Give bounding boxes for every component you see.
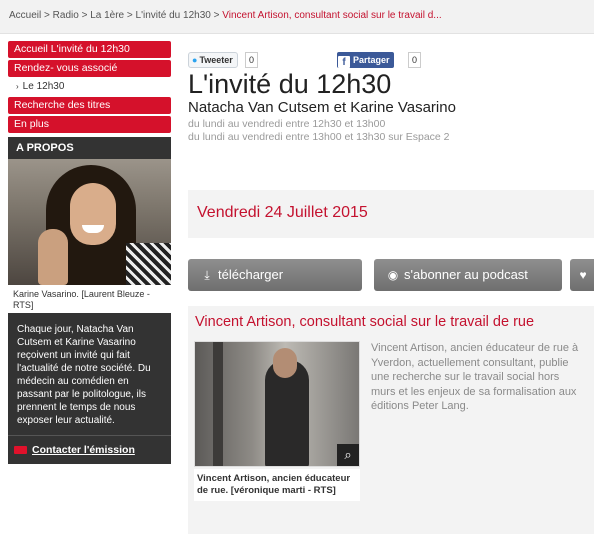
schedule-line: du lundi au vendredi entre 12h30 et 13h0… [188, 118, 386, 130]
sidebar: Accueil L'invité du 12h30 Rendez- vous a… [8, 41, 171, 464]
bullet-icon: › [16, 82, 19, 91]
breadcrumb-la1ere-link[interactable]: La 1ère [90, 10, 124, 21]
social-share-bar: ● Tweeter 0 f Partager 0 [188, 52, 428, 68]
nav-item-more[interactable]: En plus [8, 116, 171, 133]
nav-item-search-titles[interactable]: Recherche des titres [8, 97, 171, 114]
breadcrumb: Accueil > Radio > La 1ère > L'invité du … [0, 0, 594, 34]
twitter-icon: ● [192, 55, 198, 65]
schedule-line: du lundi au vendredi entre 13h00 et 13h3… [188, 131, 450, 143]
download-button[interactable]: ⤓ télécharger [188, 259, 362, 291]
nav-item-rendez-vous[interactable]: Rendez- vous associé [8, 60, 171, 77]
breadcrumb-current: Vincent Artison, consultant social sur l… [222, 10, 442, 21]
page-title: L'invité du 12h30 [188, 69, 392, 99]
share-count: 0 [408, 52, 422, 68]
episode-image[interactable]: ⌕ [194, 341, 360, 467]
breadcrumb-separator: > [126, 10, 136, 21]
tweet-button[interactable]: ● Tweeter [188, 52, 238, 68]
download-icon: ⤓ [204, 268, 210, 282]
about-heading: A PROPOS [8, 137, 171, 159]
nav-subitem-label: Le 12h30 [22, 81, 65, 92]
breadcrumb-radio-link[interactable]: Radio [53, 10, 79, 21]
mail-icon [14, 446, 27, 454]
podcast-subscribe-button[interactable]: ◉ s'abonner au podcast [374, 259, 562, 291]
facebook-icon: f [338, 56, 350, 68]
show-hosts: Natacha Van Cutsem et Karine Vasarino [188, 99, 456, 116]
episode-date-band: Vendredi 24 Juillet 2015 [188, 190, 594, 238]
podcast-icon: ◉ [387, 268, 399, 282]
contact-link[interactable]: Contacter l'émission [8, 435, 171, 464]
episode-date: Vendredi 24 Juillet 2015 [197, 204, 368, 221]
podcast-label: s'abonner au podcast [404, 267, 528, 282]
episode-description: Vincent Artison, ancien éducateur de rue… [371, 342, 579, 412]
facebook-share-button[interactable]: f Partager [337, 52, 394, 68]
main-content: ● Tweeter 0 f Partager 0 L'invité du 12h30… [188, 40, 594, 534]
nav-subitem-12h30[interactable]: › Le 12h30 [8, 79, 171, 95]
episode-image-caption: Vincent Artison, ancien éducateur de rue… [194, 469, 360, 501]
episode-title-link[interactable]: Vincent Artison, consultant social sur l… [195, 314, 534, 330]
host-photo-caption: Karine Vasarino. [Laurent Bleuze - RTS] [8, 285, 171, 313]
breadcrumb-home-link[interactable]: Accueil [9, 10, 41, 21]
about-description: Chaque jour, Natacha Van Cutsem et Karin… [8, 313, 171, 435]
heart-icon: ♥ [579, 268, 587, 282]
tweet-count: 0 [245, 52, 259, 68]
contact-label: Contacter l'émission [32, 444, 135, 456]
breadcrumb-show-link[interactable]: L'invité du 12h30 [136, 10, 211, 21]
breadcrumb-separator: > [81, 10, 91, 21]
zoom-icon[interactable]: ⌕ [337, 444, 359, 466]
breadcrumb-separator: > [44, 10, 53, 21]
breadcrumb-separator: > [213, 10, 223, 21]
host-photo [8, 159, 171, 285]
share-label: Partager [353, 55, 390, 65]
favorite-button[interactable]: ♥ [570, 259, 594, 291]
tweet-label: Tweeter [199, 55, 233, 65]
episode-item: Vincent Artison, consultant social sur l… [188, 306, 594, 534]
download-label: télécharger [218, 267, 284, 282]
nav-item-home[interactable]: Accueil L'invité du 12h30 [8, 41, 171, 58]
